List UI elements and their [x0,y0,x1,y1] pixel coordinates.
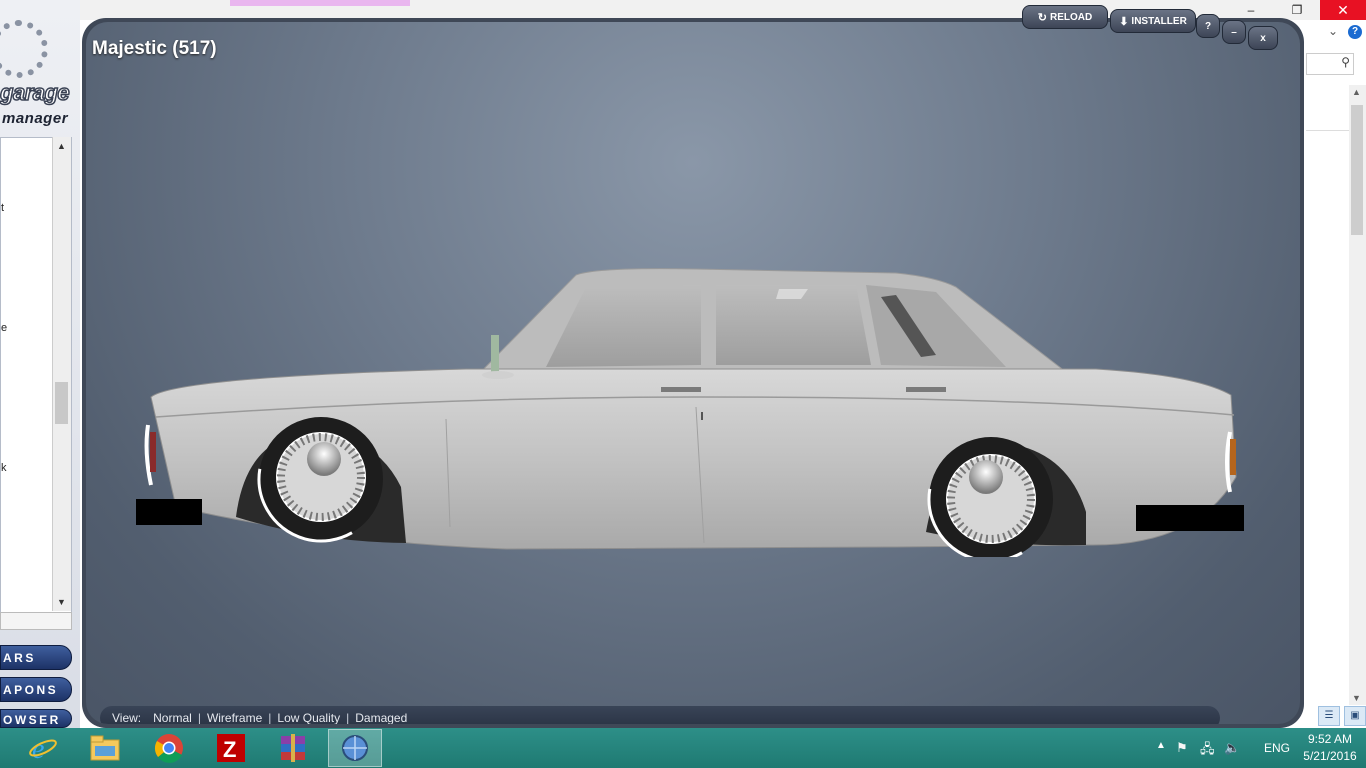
scroll-up-icon[interactable]: ▲ [1352,87,1361,97]
chrome-icon[interactable] [142,729,196,767]
clock-time[interactable]: 9:52 AM [1302,732,1358,746]
action-center-flag-icon[interactable]: ⚑ [1176,740,1188,756]
list-footer [0,612,72,630]
volume-icon[interactable]: 🔈 [1224,740,1240,756]
nav-cars-button[interactable]: ARS [0,645,72,670]
help-icon[interactable]: ? [1348,25,1362,39]
scroll-thumb[interactable] [55,382,68,424]
view-damaged-link[interactable]: Damaged [349,711,413,724]
list-item[interactable]: k [1,462,7,474]
background-tab[interactable] [230,0,410,6]
winrar-icon[interactable] [266,729,320,767]
nav-weapons-button[interactable]: APONS [0,677,72,702]
clock-date[interactable]: 5/21/2016 [1302,749,1358,763]
internet-explorer-icon[interactable]: e [16,729,70,767]
reload-icon: ↻ [1037,11,1047,24]
close-window-button[interactable]: ✕ [1320,0,1366,20]
details-view-icon[interactable]: ☰ [1318,706,1340,726]
divider [1306,130,1350,131]
gear-icon [0,20,48,78]
language-indicator[interactable]: ENG [1264,741,1290,755]
page-scrollbar[interactable]: ▲ ▼ [1349,85,1366,705]
chevron-down-icon[interactable]: ⌄ [1328,24,1338,38]
file-explorer-icon[interactable] [78,729,132,767]
installer-button[interactable]: ⬇ INSTALLER [1110,9,1196,33]
garage-manager-taskbar-button[interactable] [328,729,382,767]
search-icon[interactable]: ⚲ [1341,55,1350,69]
app-logo: garage manager [0,20,76,130]
list-item[interactable]: e [1,322,7,334]
minimize-window-button[interactable]: – [1228,0,1274,20]
thumbnail-view-icon[interactable]: ▣ [1344,706,1366,726]
view-low-quality-link[interactable]: Low Quality [271,711,346,724]
help-button[interactable]: ? [1196,14,1220,38]
svg-text:Z: Z [223,737,236,762]
view-label: View: [112,711,142,724]
logo-title: garage [0,79,70,106]
reload-label: RELOAD [1049,11,1093,23]
reload-button[interactable]: ↻ RELOAD [1022,5,1108,29]
network-icon[interactable]: 🖧 [1200,740,1215,762]
scroll-down-icon[interactable]: ▼ [1352,693,1361,703]
model-viewer-frame: Majestic (517) View: Normal | Wireframe … [82,18,1304,728]
view-mode-bar: View: Normal | Wireframe | Low Quality |… [100,706,1220,724]
restore-window-button[interactable]: ❐ [1274,0,1320,20]
scroll-up-icon[interactable]: ▲ [57,141,66,151]
list-scrollbar[interactable]: ▲ ▼ [52,137,71,611]
view-mode-buttons: ☰ ▣ [1318,706,1366,726]
filezilla-icon[interactable]: Z [204,729,258,767]
installer-label: INSTALLER [1131,15,1187,27]
model-viewer[interactable]: Majestic (517) View: Normal | Wireframe … [86,22,1300,724]
vehicle-model[interactable] [136,247,1246,557]
logo-subtitle: manager [2,110,69,127]
close-button[interactable]: x [1248,26,1278,50]
view-wireframe-link[interactable]: Wireframe [201,711,268,724]
globe-icon [342,735,368,761]
minimize-button[interactable]: – [1222,20,1246,44]
vehicle-title: Majestic (517) [92,38,217,59]
window-controls: – ❐ ✕ [1228,0,1366,20]
garage-sidebar: garage manager t e k ▲ ▼ ARS APONS OWSER [0,0,80,728]
view-normal-link[interactable]: Normal [147,711,198,724]
nav-browser-button[interactable]: OWSER [0,709,72,728]
show-hidden-icons-icon[interactable]: ▲ [1156,740,1166,751]
taskbar: e Z ▲ ⚑ 🖧 🔈 ENG 9:52 AM 5/21/2016 [0,728,1366,768]
system-tray: ▲ ⚑ 🖧 🔈 ENG 9:52 AM 5/21/2016 [1146,728,1366,768]
download-icon: ⬇ [1119,15,1129,28]
scroll-down-icon[interactable]: ▼ [57,597,66,607]
search-input[interactable]: ⚲ [1306,53,1354,75]
list-item[interactable]: t [1,202,4,214]
scroll-thumb[interactable] [1351,105,1363,235]
